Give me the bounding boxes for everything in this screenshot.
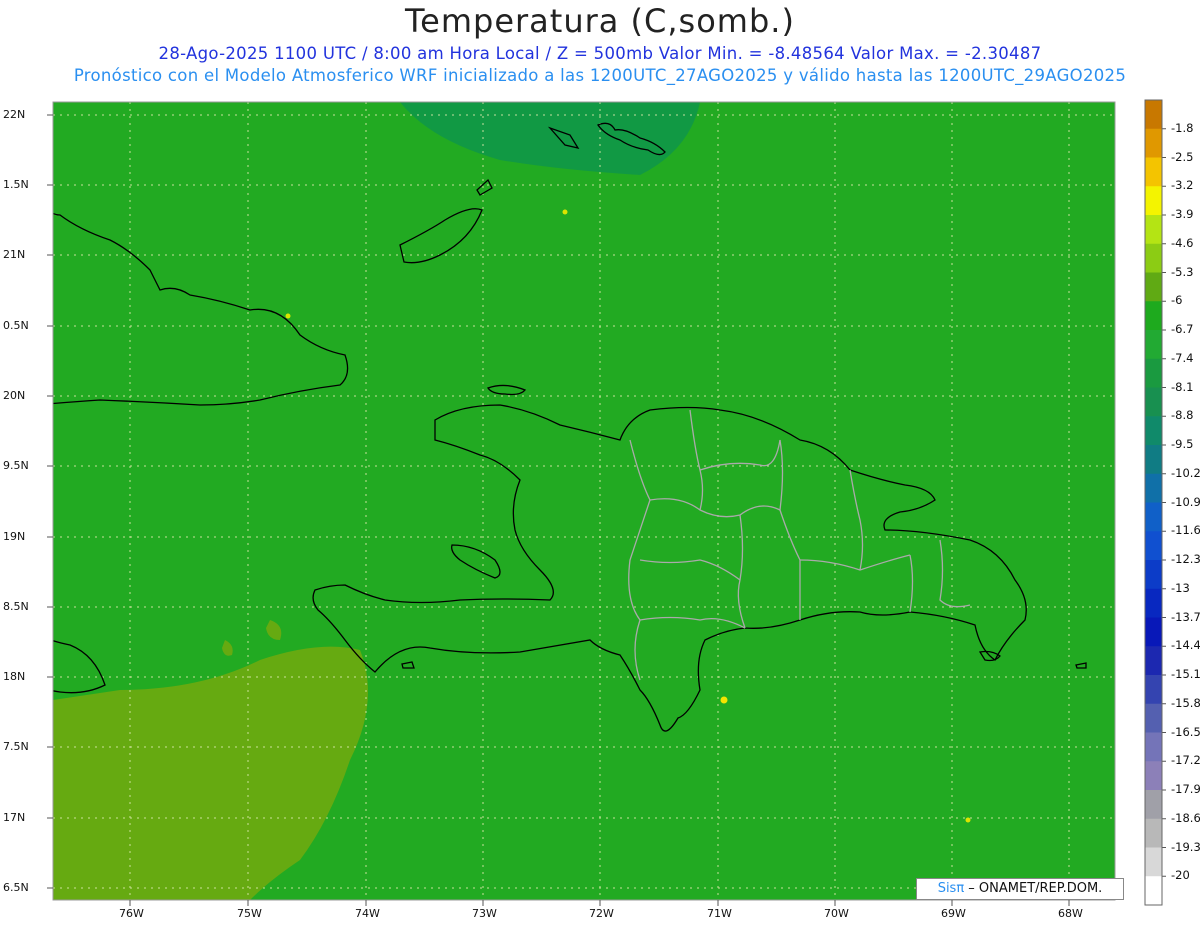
- colorbar-label: -6: [1171, 293, 1183, 308]
- colorbar-swatch: [1145, 675, 1162, 705]
- colorbar-label: -16.5: [1171, 724, 1200, 739]
- lon-label: 70W: [824, 907, 849, 920]
- lat-label: 7.5N: [3, 740, 29, 753]
- colorbar: [1145, 100, 1166, 906]
- credit-box: Sisπ – ONAMET/REP.DOM.: [916, 878, 1124, 900]
- colorbar-swatch: [1145, 732, 1162, 762]
- colorbar-swatch: [1145, 646, 1162, 676]
- colorbar-label: -20: [1171, 868, 1190, 883]
- colorbar-label: -15.1: [1171, 667, 1200, 681]
- lon-label: 74W: [355, 907, 380, 920]
- lat-label: 1.5N: [3, 178, 29, 191]
- colorbar-swatch: [1145, 847, 1162, 877]
- colorbar-swatch: [1145, 358, 1162, 388]
- colorbar-label: -17.9: [1171, 782, 1200, 796]
- colorbar-swatch: [1145, 617, 1162, 647]
- colorbar-swatch: [1145, 560, 1162, 590]
- lon-label: 69W: [941, 907, 966, 920]
- lat-label: 20N: [3, 389, 26, 402]
- colorbar-label: -7.4: [1171, 350, 1194, 365]
- lon-label: 75W: [237, 907, 262, 920]
- colorbar-label: -11.6: [1171, 523, 1200, 538]
- colorbar-label: -19.3: [1171, 839, 1200, 854]
- lat-label: 9.5N: [3, 459, 29, 472]
- colorbar-swatch: [1145, 445, 1162, 475]
- lon-label: 71W: [707, 907, 732, 920]
- warm-spot: [965, 817, 971, 823]
- colorbar-swatch: [1145, 243, 1162, 273]
- colorbar-swatch: [1145, 128, 1162, 158]
- colorbar-label: -6.7: [1171, 322, 1194, 336]
- lat-label: 0.5N: [3, 319, 29, 332]
- colorbar-swatch: [1145, 818, 1162, 848]
- lon-label: 72W: [589, 907, 614, 920]
- colorbar-swatch: [1145, 215, 1162, 245]
- colorbar-label: -18.6: [1171, 810, 1200, 825]
- colorbar-swatch: [1145, 876, 1162, 906]
- warm-spot: [562, 209, 568, 215]
- colorbar-label: -12.3: [1171, 552, 1200, 566]
- colorbar-swatch: [1145, 100, 1162, 130]
- sis-logo-text: Sisπ: [937, 881, 965, 896]
- colorbar-label: -10.2: [1171, 465, 1200, 480]
- colorbar-swatch: [1145, 157, 1162, 187]
- lat-label: 19N: [3, 530, 26, 543]
- colorbar-label: -1.8: [1171, 120, 1194, 135]
- lon-label: 68W: [1058, 907, 1083, 920]
- lat-label: 17N: [3, 811, 26, 824]
- colorbar-label: -5.3: [1171, 264, 1194, 279]
- colorbar-swatch: [1145, 588, 1162, 618]
- colorbar-swatch: [1145, 502, 1162, 532]
- colorbar-label: -3.2: [1171, 178, 1194, 193]
- lat-label: 21N: [3, 248, 26, 261]
- lat-label: 18N: [3, 670, 26, 683]
- colorbar-swatch: [1145, 416, 1162, 446]
- warm-spot: [285, 313, 291, 319]
- warm-spot: [720, 696, 728, 704]
- colorbar-swatch: [1145, 761, 1162, 791]
- colorbar-swatch: [1145, 790, 1162, 820]
- colorbar-label: -13.7: [1171, 609, 1200, 624]
- temperature-map: [47, 99, 1166, 906]
- colorbar-label: -14.4: [1171, 638, 1200, 653]
- colorbar-swatch: [1145, 531, 1162, 561]
- colorbar-label: -8.8: [1171, 408, 1194, 423]
- lat-label: 6.5N: [3, 881, 29, 894]
- colorbar-label: -4.6: [1171, 235, 1194, 250]
- colorbar-swatch: [1145, 330, 1162, 360]
- colorbar-label: -2.5: [1171, 149, 1194, 164]
- colorbar-swatch: [1145, 272, 1162, 302]
- colorbar-swatch: [1145, 186, 1162, 216]
- colorbar-label: -10.9: [1171, 494, 1200, 509]
- colorbar-swatch: [1145, 387, 1162, 417]
- colorbar-swatch: [1145, 703, 1162, 733]
- colorbar-swatch: [1145, 301, 1162, 331]
- colorbar-swatch: [1145, 473, 1162, 503]
- colorbar-label: -8.1: [1171, 379, 1194, 394]
- lon-label: 76W: [119, 907, 144, 920]
- lon-label: 73W: [472, 907, 497, 920]
- credit-text: – ONAMET/REP.DOM.: [964, 881, 1103, 896]
- colorbar-label: -13: [1171, 580, 1190, 595]
- colorbar-label: -3.9: [1171, 207, 1194, 221]
- colorbar-label: -9.5: [1171, 437, 1194, 451]
- lat-label: 22N: [3, 108, 26, 121]
- lat-label: 8.5N: [3, 600, 29, 613]
- colorbar-label: -17.2: [1171, 753, 1200, 768]
- colorbar-label: -15.8: [1171, 695, 1200, 710]
